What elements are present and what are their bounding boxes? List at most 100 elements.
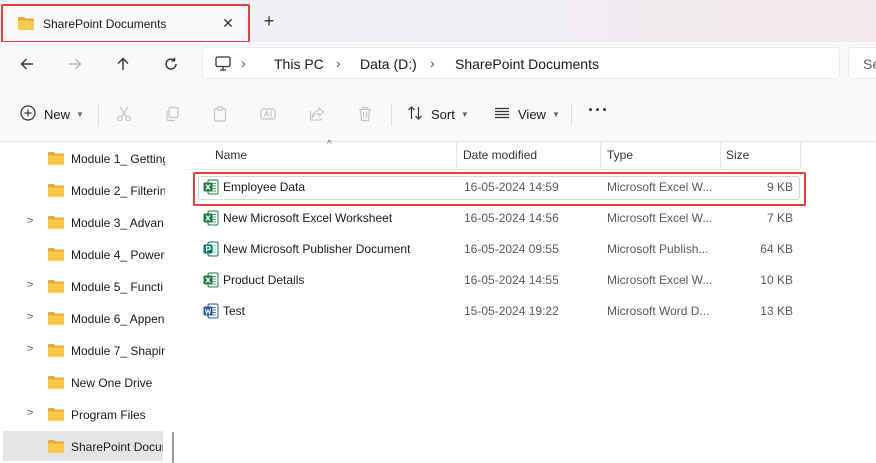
computer-icon	[215, 56, 231, 74]
chevron-right-icon[interactable]: >	[27, 343, 33, 355]
file-row[interactable]: Test 15-05-2024 19:22 Microsoft Word D... 1…	[194, 298, 800, 324]
address-bar[interactable]: › This PC › Data (D:) › SharePoint Docum…	[202, 47, 840, 79]
command-bar: New ▼ Sort ▼ View ▼ ···	[0, 86, 876, 142]
forward-arrow-icon[interactable]	[63, 52, 87, 76]
chevron-right-icon[interactable]: >	[27, 407, 33, 419]
file-size: 7 KB	[766, 211, 793, 225]
folder-icon	[48, 183, 64, 200]
refresh-icon[interactable]	[159, 52, 183, 76]
sort-caret-up-icon: ^	[327, 139, 332, 150]
sidebar-item[interactable]: Module 1_ Getting	[0, 143, 165, 173]
view-button[interactable]: View ▼	[494, 102, 560, 126]
view-button-label: View	[518, 106, 546, 122]
tab-sharepoint-documents[interactable]: SharePoint Documents ✕	[6, 6, 246, 42]
chevron-right-icon[interactable]: >	[27, 311, 33, 323]
breadcrumb-this-pc[interactable]: This PC	[274, 56, 324, 72]
sidebar-item-label: Module 2_ Filtering	[71, 184, 165, 198]
folder-icon	[18, 16, 34, 33]
sidebar-item-label: Module 4_ Power	[71, 248, 165, 262]
toolbar-divider	[98, 104, 99, 126]
file-date-modified: 16-05-2024 14:59	[464, 180, 559, 194]
folder-icon	[48, 151, 64, 168]
navigation-bar: › This PC › Data (D:) › SharePoint Docum…	[0, 42, 876, 86]
column-divider[interactable]	[600, 142, 601, 169]
folder-icon	[48, 407, 64, 424]
sidebar-item-label: Module 7_ Shapin	[71, 344, 165, 358]
share-icon[interactable]	[309, 102, 325, 126]
cut-icon[interactable]	[116, 102, 132, 126]
file-size: 9 KB	[766, 180, 793, 194]
copy-icon[interactable]	[164, 102, 180, 126]
new-tab-button[interactable]: +	[259, 11, 279, 31]
sidebar-item[interactable]: SharePoint Docum	[3, 431, 163, 461]
delete-icon[interactable]	[357, 102, 373, 126]
file-size: 13 KB	[760, 304, 793, 318]
folder-icon	[48, 279, 64, 296]
sidebar-item[interactable]: Module 4_ Power	[0, 239, 165, 269]
sidebar-item-label: Module 3_ Advan	[71, 216, 164, 230]
column-divider[interactable]	[720, 142, 721, 169]
file-size: 64 KB	[760, 242, 793, 256]
back-arrow-icon[interactable]	[15, 52, 39, 76]
chevron-right-icon[interactable]: >	[27, 279, 33, 291]
column-header-type[interactable]: Type	[607, 148, 633, 162]
sidebar-item[interactable]: > Module 7_ Shapin	[0, 335, 165, 365]
breadcrumb-separator: ›	[241, 55, 246, 71]
rename-icon[interactable]	[260, 102, 276, 126]
file-type: Microsoft Publish...	[607, 242, 709, 256]
column-header-name[interactable]: Name	[215, 148, 247, 162]
file-date-modified: 15-05-2024 19:22	[464, 304, 559, 318]
file-date-modified: 16-05-2024 09:55	[464, 242, 559, 256]
sidebar-item[interactable]: New One Drive	[0, 367, 165, 397]
file-row[interactable]: New Microsoft Publisher Document 16-05-20…	[194, 236, 800, 262]
breadcrumb-data-drive[interactable]: Data (D:)	[360, 56, 417, 72]
paste-icon[interactable]	[212, 102, 228, 126]
sidebar-item-label: Program Files	[71, 408, 146, 422]
sidebar-item[interactable]: > Module 5_ Functi	[0, 271, 165, 301]
file-name: Employee Data	[223, 180, 306, 194]
chevron-down-icon: ▼	[76, 109, 84, 119]
sidebar-item[interactable]: Module 2_ Filtering	[0, 175, 165, 205]
breadcrumb-separator[interactable]: ›	[430, 55, 435, 71]
file-name: Product Details	[223, 273, 305, 287]
column-header-date-modified[interactable]: Date modified	[463, 148, 537, 162]
file-row[interactable]: Employee Data 16-05-2024 14:59 Microsoft E…	[194, 174, 800, 200]
toolbar-divider	[391, 104, 392, 126]
folder-icon	[48, 311, 64, 328]
folder-icon	[48, 375, 64, 392]
column-divider	[800, 142, 801, 169]
plus-circle-icon	[20, 104, 36, 124]
sidebar-scrollbar[interactable]	[172, 432, 174, 463]
column-header-size[interactable]: Size	[726, 148, 749, 162]
excel-file-icon	[203, 210, 219, 229]
file-type: Microsoft Excel W...	[607, 211, 713, 225]
breadcrumb-sharepoint-documents[interactable]: SharePoint Documents	[455, 56, 599, 72]
column-divider[interactable]	[456, 142, 457, 169]
breadcrumb-separator[interactable]: ›	[336, 55, 341, 71]
close-icon[interactable]: ✕	[218, 13, 238, 33]
new-button[interactable]: New ▼	[20, 102, 84, 126]
title-bar: SharePoint Documents ✕ +	[0, 0, 876, 43]
sort-button[interactable]: Sort ▼	[407, 102, 469, 126]
file-type: Microsoft Word D...	[607, 304, 710, 318]
sidebar-item[interactable]: > Module 3_ Advan	[0, 207, 165, 237]
excel-file-icon	[203, 179, 219, 198]
up-arrow-icon[interactable]	[111, 52, 135, 76]
chevron-right-icon[interactable]: >	[27, 215, 33, 227]
list-view-icon	[494, 105, 510, 124]
file-row[interactable]: Product Details 16-05-2024 14:55 Microsoft…	[194, 267, 800, 293]
sidebar-item[interactable]: > Program Files	[0, 399, 165, 429]
more-options-icon[interactable]: ···	[588, 100, 609, 121]
chevron-down-icon: ▼	[460, 109, 469, 119]
search-input[interactable]: Se	[848, 47, 876, 79]
sidebar-item-label: Module 6_ Appen	[71, 312, 165, 326]
sidebar-item-label: SharePoint Docum	[71, 440, 163, 454]
file-type: Microsoft Excel W...	[607, 273, 713, 287]
file-row[interactable]: New Microsoft Excel Worksheet 16-05-2024 …	[194, 205, 800, 231]
toolbar-divider	[571, 104, 572, 126]
sidebar-item[interactable]: > Module 6_ Appen	[0, 303, 165, 333]
sidebar-item-label: Module 1_ Getting	[71, 152, 165, 166]
folder-icon	[48, 247, 64, 264]
sidebar-item-label: Module 5_ Functi	[71, 280, 164, 294]
chevron-down-icon: ▼	[551, 109, 560, 119]
